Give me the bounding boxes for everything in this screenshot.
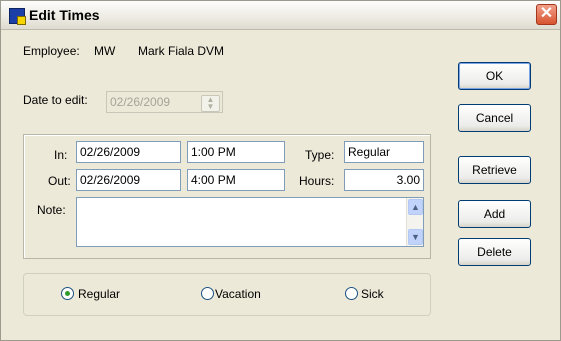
employee-name: Mark Fiala DVM [138, 44, 225, 58]
delete-button[interactable]: Delete [458, 238, 531, 266]
title-bar[interactable]: Edit Times ✕ [1, 1, 560, 30]
type-label: Type: [305, 148, 335, 162]
timeclock-icon [9, 8, 26, 25]
hours-field[interactable]: 3.00 [344, 169, 424, 191]
radio-regular-label[interactable]: Regular [78, 287, 120, 301]
type-field[interactable]: Regular [344, 141, 424, 163]
radio-sick-label[interactable]: Sick [361, 287, 384, 301]
in-time-field[interactable]: 1:00 PM [187, 141, 285, 163]
add-button[interactable]: Add [458, 200, 531, 228]
cancel-button[interactable]: Cancel [458, 104, 531, 132]
window-title: Edit Times [29, 7, 100, 23]
spinner-icon: ▲ ▼ [201, 95, 220, 112]
note-textarea[interactable]: ▲ ▼ [76, 197, 424, 247]
in-label: In: [54, 148, 68, 162]
out-time-field[interactable]: 4:00 PM [187, 169, 285, 191]
date-to-edit-field: 02/26/2009 ▲ ▼ [106, 91, 223, 113]
scroll-down-arrow-icon[interactable]: ▼ [408, 229, 423, 245]
employee-label: Employee: [23, 44, 80, 58]
radio-sick[interactable] [345, 287, 358, 300]
note-scrollbar[interactable]: ▲ ▼ [406, 198, 423, 246]
out-label: Out: [48, 174, 71, 188]
radio-regular[interactable] [61, 287, 74, 300]
retrieve-button[interactable]: Retrieve [458, 156, 531, 184]
edit-times-dialog: Edit Times ✕ Employee: MW Mark Fiala DVM… [0, 0, 561, 341]
note-label: Note: [37, 203, 66, 217]
date-to-edit-label: Date to edit: [23, 93, 88, 107]
date-to-edit-value: 02/26/2009 [110, 95, 171, 109]
radio-vacation-label[interactable]: Vacation [215, 287, 261, 301]
ok-button[interactable]: OK [458, 62, 531, 90]
scroll-up-arrow-icon[interactable]: ▲ [408, 199, 423, 215]
employee-code: MW [94, 44, 116, 58]
close-button[interactable]: ✕ [536, 4, 557, 25]
out-date-field[interactable]: 02/26/2009 [76, 169, 181, 191]
close-icon: ✕ [539, 5, 554, 22]
radio-vacation[interactable] [201, 287, 214, 300]
in-date-field[interactable]: 02/26/2009 [76, 141, 181, 163]
hours-label: Hours: [299, 174, 335, 188]
